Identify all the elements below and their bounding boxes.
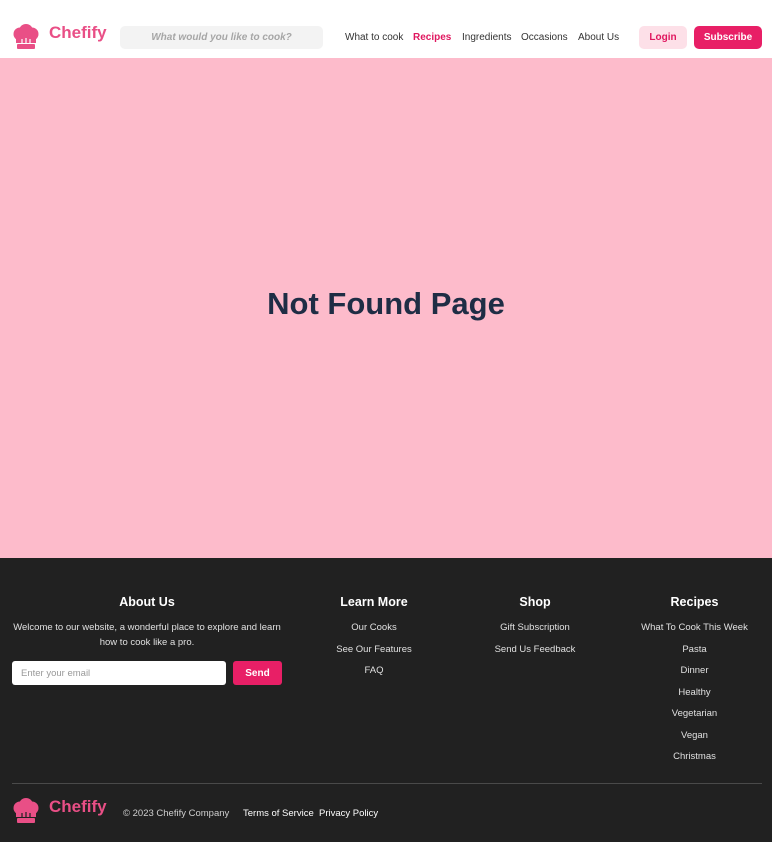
footer-link-vegetarian[interactable]: Vegetarian <box>627 708 762 719</box>
footer-link-healthy[interactable]: Healthy <box>627 687 762 698</box>
footer-about-title: About Us <box>119 595 175 609</box>
login-button[interactable]: Login <box>639 26 687 49</box>
terms-of-service-link[interactable]: Terms of Service <box>243 808 314 819</box>
footer-recipes-title: Recipes <box>670 595 719 609</box>
brand-logo[interactable]: Chefify <box>12 23 107 50</box>
site-footer: About Us Welcome to our website, a wonde… <box>0 558 772 842</box>
footer-link-features[interactable]: See Our Features <box>314 644 434 655</box>
footer-brand-logo[interactable]: Chefify <box>12 797 107 824</box>
nav-what-to-cook[interactable]: What to cook <box>345 32 403 43</box>
main-content: Not Found Page <box>0 58 772 558</box>
nav-ingredients[interactable]: Ingredients <box>462 32 511 43</box>
footer-learn-more-title: Learn More <box>340 595 408 609</box>
footer-link-pasta[interactable]: Pasta <box>627 644 762 655</box>
search-input[interactable] <box>120 26 323 49</box>
footer-link-our-cooks[interactable]: Our Cooks <box>314 622 434 633</box>
footer-link-dinner[interactable]: Dinner <box>627 665 762 676</box>
copyright-text: © 2023 Chefify Company <box>123 808 230 819</box>
privacy-policy-link[interactable]: Privacy Policy <box>319 808 378 819</box>
footer-link-faq[interactable]: FAQ <box>314 665 434 676</box>
send-button[interactable]: Send <box>233 661 282 685</box>
footer-about-text: Welcome to our website, a wonderful plac… <box>13 622 281 648</box>
footer-link-christmas[interactable]: Christmas <box>627 751 762 762</box>
chef-hat-icon <box>13 24 39 49</box>
footer-link-vegan[interactable]: Vegan <box>627 730 762 741</box>
nav-about-us[interactable]: About Us <box>578 32 619 43</box>
page-title: Not Found Page <box>267 286 505 321</box>
footer-shop-title: Shop <box>519 595 551 609</box>
subscribe-button[interactable]: Subscribe <box>694 26 762 49</box>
brand-name: Chefify <box>49 23 107 42</box>
nav-occasions[interactable]: Occasions <box>521 32 568 43</box>
footer-link-what-to-cook-week[interactable]: What To Cook This Week <box>627 622 762 633</box>
footer-link-feedback[interactable]: Send Us Feedback <box>475 644 595 655</box>
footer-link-gift-subscription[interactable]: Gift Subscription <box>475 622 595 633</box>
footer-brand-name: Chefify <box>49 797 107 816</box>
chef-hat-icon <box>13 798 39 823</box>
email-field[interactable] <box>12 661 226 685</box>
nav-recipes[interactable]: Recipes <box>413 32 451 43</box>
footer-divider <box>12 783 762 784</box>
site-header: Chefify What to cook Recipes Ingredients… <box>0 0 772 58</box>
